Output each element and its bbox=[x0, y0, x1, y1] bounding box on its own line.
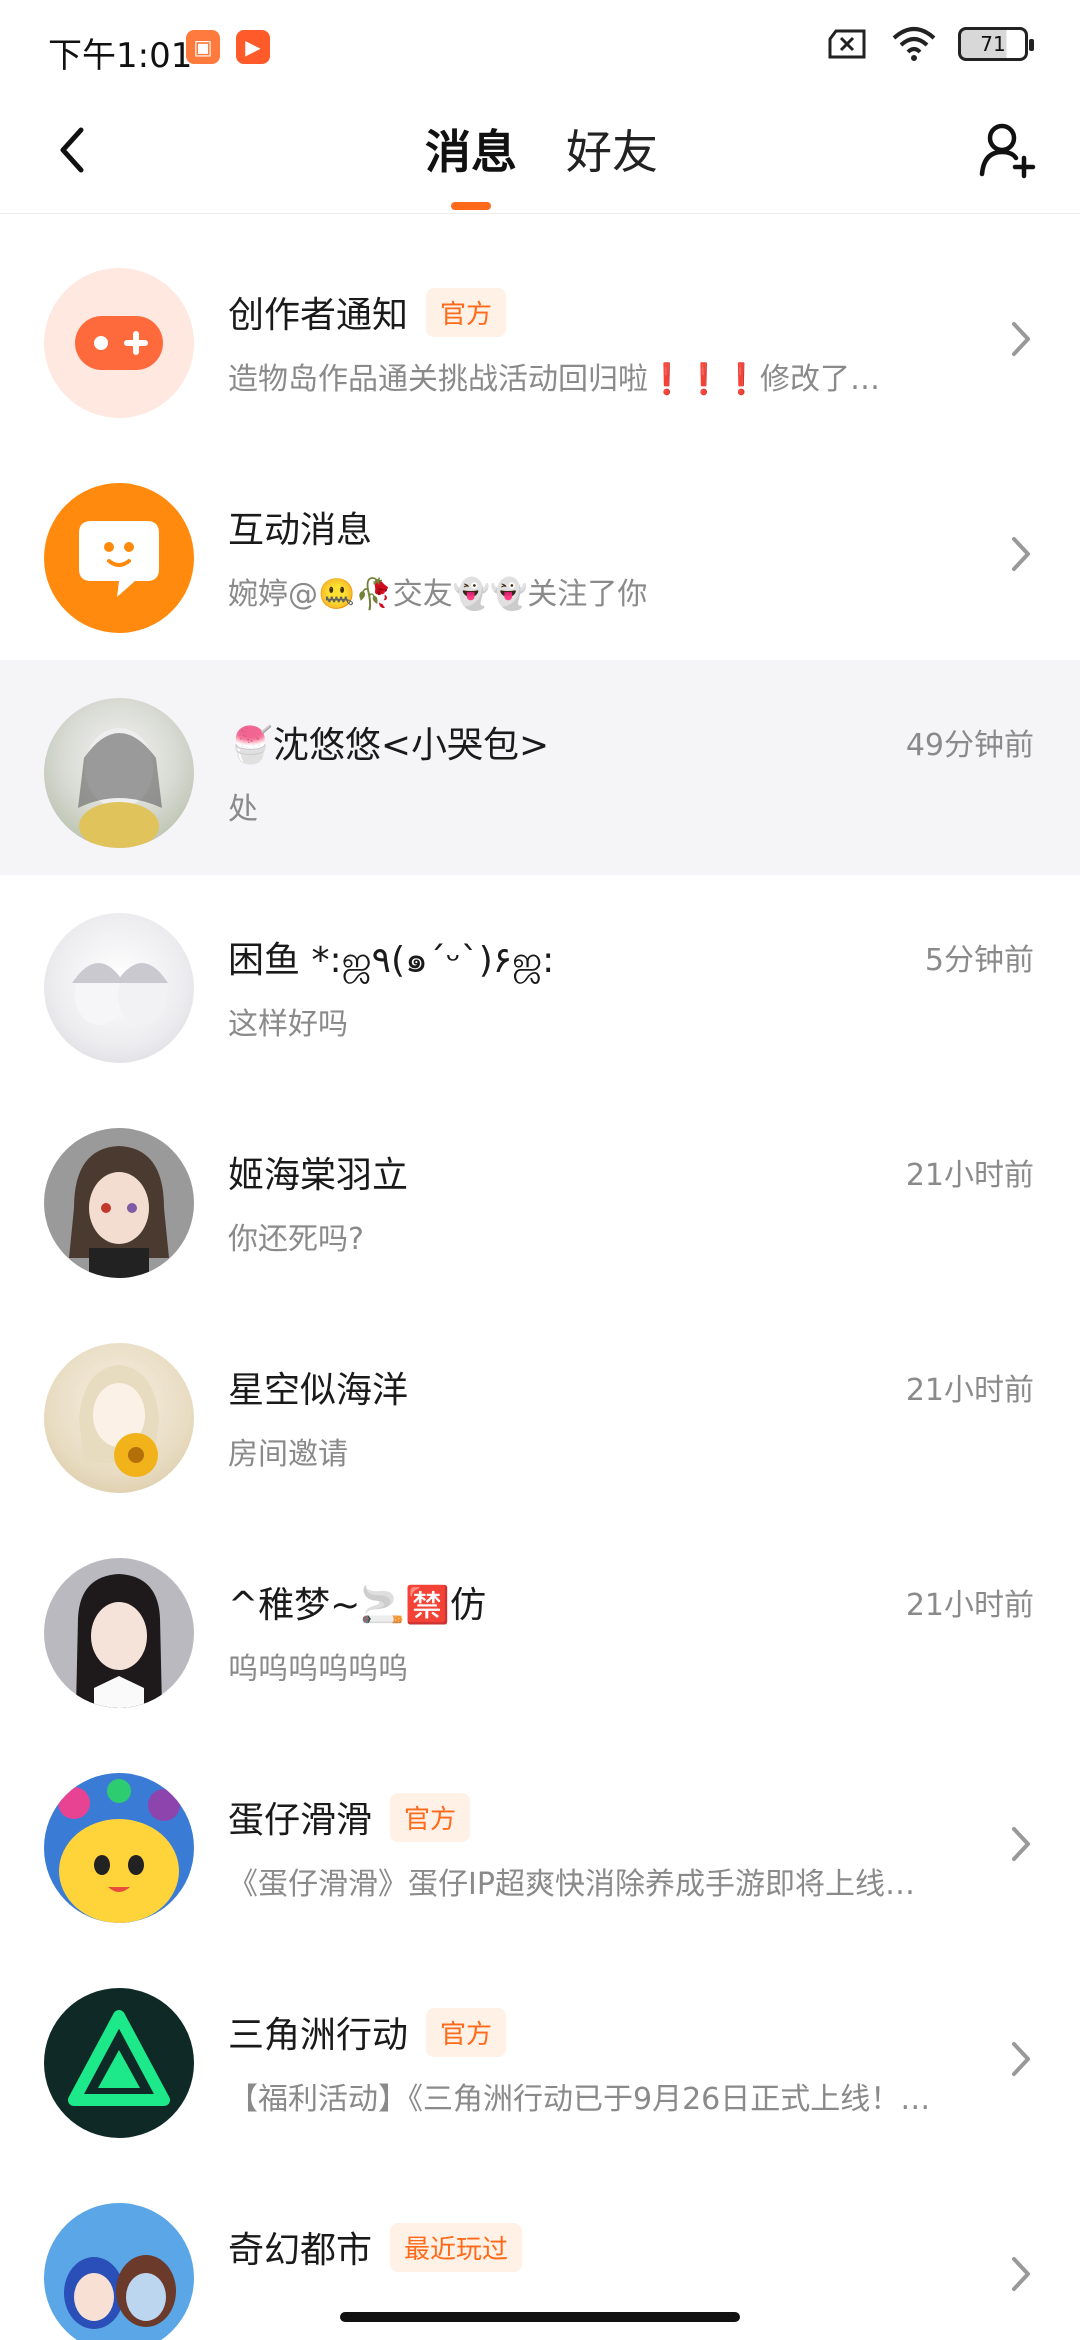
message-preview: 你还死吗? bbox=[228, 1222, 364, 1257]
message-preview: 【福利活动】《三角洲行动已于9月26日正式上线！… bbox=[228, 2082, 931, 2117]
avatar bbox=[44, 1773, 194, 1923]
eggy-game-icon bbox=[58, 1779, 180, 1923]
tab-messages[interactable]: 消息 bbox=[425, 116, 517, 182]
message-time: 5分钟前 bbox=[924, 943, 1034, 978]
contact-name: 创作者通知 bbox=[228, 295, 409, 336]
list-item[interactable]: 互动消息 婉婷@🤐🥀交友👻👻关注了你 bbox=[0, 445, 1080, 660]
avatar bbox=[44, 1558, 194, 1708]
user-avatar-image bbox=[79, 1365, 159, 1477]
message-time: 21小时前 bbox=[905, 1158, 1034, 1193]
battery-level: 71 bbox=[980, 32, 1006, 56]
list-item[interactable]: 三角洲行动 官方 【福利活动】《三角洲行动已于9月26日正式上线！… bbox=[0, 1950, 1080, 2165]
home-indicator[interactable] bbox=[340, 2312, 740, 2322]
user-avatar-image bbox=[78, 728, 162, 848]
list-item[interactable]: 姬海棠羽立 21小时前 你还死吗? bbox=[0, 1090, 1080, 1305]
chevron-right-icon bbox=[1012, 2042, 1030, 2076]
user-avatar-image bbox=[72, 963, 168, 1025]
message-preview: 这样好吗 bbox=[228, 1007, 348, 1042]
fantasy-city-game-icon bbox=[64, 2255, 176, 2329]
message-time: 21小时前 bbox=[905, 1588, 1034, 1623]
message-preview: 房间邀请 bbox=[228, 1437, 348, 1472]
chat-bubble-icon bbox=[79, 521, 159, 597]
store-app-icon: ▣ bbox=[186, 30, 220, 64]
sim-error-icon bbox=[828, 29, 866, 59]
status-time: 下午1:01 bbox=[48, 36, 193, 76]
avatar bbox=[44, 1988, 194, 2138]
chevron-right-icon bbox=[1012, 537, 1030, 571]
contact-name: 🍧沈悠悠<小哭包> bbox=[228, 725, 550, 766]
avatar bbox=[44, 1343, 194, 1493]
message-list: 创作者通知 官方 造物岛作品通关挑战活动回归啦❗❗❗修改了… 互动消息 婉婷@🤐… bbox=[0, 230, 1080, 2340]
message-time: 49分钟前 bbox=[905, 728, 1034, 763]
avatar bbox=[44, 268, 194, 418]
list-item[interactable]: 星空似海洋 21小时前 房间邀请 bbox=[0, 1305, 1080, 1520]
avatar bbox=[44, 698, 194, 848]
delta-game-icon bbox=[68, 2010, 170, 2106]
contact-name: 姬海棠羽立 bbox=[228, 1155, 409, 1196]
message-preview: 造物岛作品通关挑战活动回归啦❗❗❗修改了… bbox=[228, 362, 881, 397]
contact-name: 困鱼 *:ஜ٩(๑´ᵕ`)۶ஜ: bbox=[228, 940, 555, 981]
contact-name: ^稚梦~🚬🈲仿 bbox=[228, 1585, 486, 1626]
message-preview: 呜呜呜呜呜呜 bbox=[228, 1652, 408, 1687]
contact-name: 互动消息 bbox=[228, 510, 373, 551]
list-item[interactable]: 创作者通知 官方 造物岛作品通关挑战活动回归啦❗❗❗修改了… bbox=[0, 230, 1080, 445]
gamepad-icon bbox=[75, 316, 163, 370]
message-preview: 婉婷@🤐🥀交友👻👻关注了你 bbox=[228, 577, 648, 612]
official-badge: 官方 bbox=[390, 1792, 471, 1842]
user-avatar-image bbox=[69, 1146, 169, 1278]
avatar bbox=[44, 483, 194, 633]
list-item[interactable]: 蛋仔滑滑 官方 《蛋仔滑滑》蛋仔IP超爽快消除养成手游即将上线… bbox=[0, 1735, 1080, 1950]
tab-friends[interactable]: 好友 bbox=[566, 116, 658, 182]
official-badge: 官方 bbox=[426, 2007, 507, 2057]
contact-name: 蛋仔滑滑 bbox=[228, 1800, 373, 1841]
recently-played-badge: 最近玩过 bbox=[390, 2222, 523, 2272]
contact-name: 奇幻都市 bbox=[228, 2230, 373, 2271]
list-item[interactable]: 🍧沈悠悠<小哭包> 49分钟前 处 bbox=[0, 660, 1080, 875]
chevron-right-icon bbox=[1012, 1827, 1030, 1861]
active-tab-indicator bbox=[451, 202, 491, 210]
official-badge: 官方 bbox=[426, 287, 507, 337]
user-avatar-image bbox=[76, 1574, 162, 1708]
chevron-right-icon bbox=[1012, 2257, 1030, 2291]
add-friend-button[interactable] bbox=[972, 114, 1044, 186]
video-app-icon: ▶ bbox=[236, 30, 270, 64]
message-time: 21小时前 bbox=[905, 1373, 1034, 1408]
status-indicators: 71 bbox=[826, 26, 1034, 62]
header: 消息 好友 bbox=[0, 96, 1080, 214]
list-item[interactable]: 困鱼 *:ஜ٩(๑´ᵕ`)۶ஜ: 5分钟前 这样好吗 bbox=[0, 875, 1080, 1090]
avatar bbox=[44, 2203, 194, 2340]
back-button[interactable] bbox=[40, 118, 104, 182]
avatar bbox=[44, 913, 194, 1063]
contact-name: 星空似海洋 bbox=[228, 1370, 409, 1411]
avatar bbox=[44, 1128, 194, 1278]
chevron-left-icon bbox=[60, 127, 84, 173]
message-preview: 《蛋仔滑滑》蛋仔IP超爽快消除养成手游即将上线… bbox=[228, 1867, 915, 1902]
wifi-icon bbox=[892, 27, 936, 61]
status-bar: 下午1:01 ▣ ▶ 71 bbox=[0, 0, 1080, 96]
list-item[interactable]: ^稚梦~🚬🈲仿 21小时前 呜呜呜呜呜呜 bbox=[0, 1520, 1080, 1735]
contact-name: 三角洲行动 bbox=[228, 2015, 409, 2056]
battery-icon: 71 bbox=[958, 27, 1034, 61]
add-user-icon bbox=[979, 123, 1036, 179]
message-preview: 处 bbox=[228, 792, 258, 827]
chevron-right-icon bbox=[1012, 322, 1030, 356]
